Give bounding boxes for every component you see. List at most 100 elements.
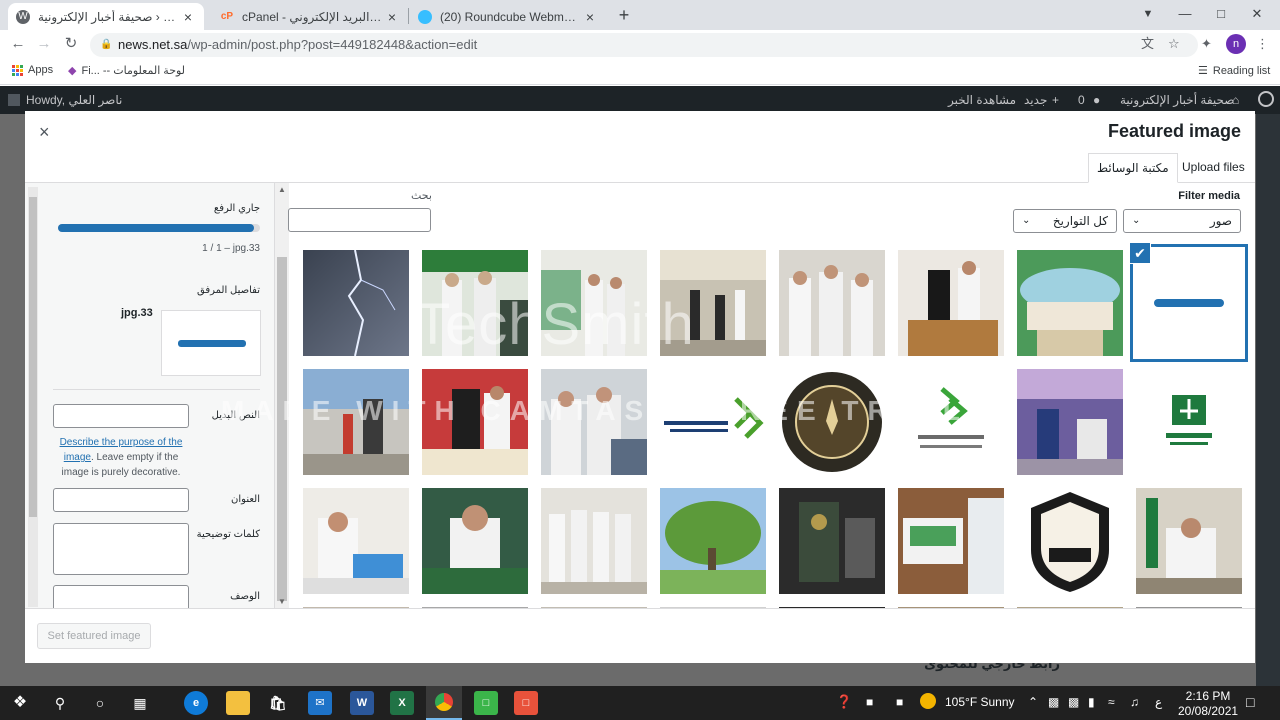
task-view-icon[interactable]: ▦ <box>128 691 152 715</box>
attachment-thumbnail[interactable] <box>898 488 1004 594</box>
minimize-icon[interactable]: — <box>1170 4 1200 24</box>
attachment-thumbnail[interactable] <box>541 369 647 475</box>
dashboard-bookmark[interactable]: ◆ Fi... -- لوحة المعلومات <box>68 64 185 77</box>
reading-list-label: Reading list <box>1212 64 1271 77</box>
windows-start-icon[interactable]: ❖ <box>8 691 32 715</box>
selected-check-icon[interactable]: ✔ <box>1129 242 1151 264</box>
caption-textarea[interactable] <box>53 523 189 575</box>
bookmarks-bar: Apps ◆ Fi... -- لوحة المعلومات ☰ Reading… <box>0 58 1280 85</box>
close-tab-icon[interactable]: × <box>582 9 598 25</box>
view-post-link[interactable]: مشاهدة الخبر <box>948 93 1016 107</box>
window-close-icon[interactable]: ✕ <box>1242 4 1272 24</box>
tab-edit-post[interactable]: W تحرير الخبر ‹ صحيفة أخبار الإلكترونية … <box>8 3 204 30</box>
weather-text[interactable]: 105°F Sunny <box>945 695 1015 709</box>
battery-icon[interactable]: ▮ <box>1088 695 1095 709</box>
attachment-thumbnail[interactable] <box>1017 369 1123 475</box>
edge-icon[interactable]: e <box>184 691 208 715</box>
mail-icon[interactable]: ✉ <box>308 691 332 715</box>
camtasia-icon[interactable]: □ <box>514 691 538 715</box>
apps-bookmark[interactable]: Apps <box>12 64 53 76</box>
apps-label: Apps <box>28 64 54 76</box>
wifi-icon[interactable]: ≈ <box>1108 695 1115 709</box>
attachment-thumbnail[interactable] <box>779 250 885 356</box>
excel-icon[interactable]: X <box>390 691 414 715</box>
title-input[interactable] <box>53 488 189 512</box>
tab-media-library[interactable]: مكتبة الوسائط <box>1088 153 1178 183</box>
translate-icon[interactable]: 文 <box>1141 36 1154 52</box>
attachment-thumbnail[interactable] <box>660 488 766 594</box>
attachment-thumbnail-selected[interactable] <box>1136 250 1242 356</box>
modal-close-icon[interactable]: × <box>39 123 50 141</box>
word-icon[interactable]: W <box>350 691 374 715</box>
attachment-thumbnail[interactable] <box>422 369 528 475</box>
tab-search-icon[interactable]: ▼ <box>1133 4 1163 24</box>
close-tab-icon[interactable]: × <box>384 9 400 25</box>
set-featured-image-button[interactable]: Set featured image <box>37 623 151 649</box>
tray-icon[interactable]: ▩ <box>1048 695 1059 709</box>
attachment-thumbnail[interactable] <box>779 488 885 594</box>
help-icon[interactable]: ❓ <box>836 694 852 710</box>
bookmark-star-icon[interactable]: ☆ <box>1168 36 1180 52</box>
attachment-thumbnail[interactable] <box>779 369 885 475</box>
clock-time[interactable]: 2:16 PM <box>1178 689 1238 703</box>
attachment-thumbnail[interactable] <box>422 250 528 356</box>
forward-icon[interactable]: → <box>34 35 54 53</box>
attachment-thumbnail[interactable] <box>660 369 766 475</box>
back-icon[interactable]: ← <box>8 35 28 53</box>
attachment-thumbnail[interactable] <box>660 250 766 356</box>
attachment-thumbnail[interactable] <box>303 369 409 475</box>
app-tray-icon[interactable]: ■ <box>866 695 873 709</box>
tab-cpanel[interactable]: cP cPanel - حسابات البريد الإلكتروني × <box>212 3 408 30</box>
attachment-thumbnail[interactable] <box>541 488 647 594</box>
attachment-thumbnail[interactable] <box>303 488 409 594</box>
reading-list-button[interactable]: ☰ Reading list <box>1198 64 1271 78</box>
store-icon[interactable]: 🛍 <box>266 691 290 715</box>
alt-text-input[interactable] <box>53 404 189 428</box>
site-name-link[interactable]: صحيفة أخبار الإلكترونية <box>1120 93 1234 107</box>
attachment-thumbnail[interactable] <box>541 250 647 356</box>
new-content-link[interactable]: جديد <box>1024 93 1047 107</box>
sidebar-scrollbar[interactable] <box>28 187 38 607</box>
media-type-value: صور <box>1209 214 1232 228</box>
tab-title: cPanel - حسابات البريد الإلكتروني <box>242 9 384 24</box>
cortana-icon[interactable]: ○ <box>88 691 112 715</box>
attachment-thumbnail[interactable] <box>898 250 1004 356</box>
file-explorer-icon[interactable] <box>226 691 250 715</box>
attachment-thumbnail[interactable] <box>422 488 528 594</box>
notifications-icon[interactable]: □ <box>1246 694 1254 710</box>
attachment-thumbnail[interactable] <box>1136 369 1242 475</box>
app-tray-icon[interactable]: ■ <box>896 695 903 709</box>
comments-count[interactable]: 0 <box>1078 93 1085 107</box>
date-filter[interactable]: ⌄ كل التواريخ <box>1013 209 1117 233</box>
howdy-user[interactable]: Howdy, ناصر العلي <box>26 93 122 107</box>
close-tab-icon[interactable]: × <box>180 9 196 25</box>
clock-date[interactable]: 20/08/2021 <box>1178 704 1238 718</box>
attachment-thumbnail[interactable] <box>1017 488 1123 594</box>
wordpress-logo-icon[interactable] <box>1258 91 1274 107</box>
search-icon[interactable]: ⚲ <box>48 691 72 715</box>
volume-icon[interactable]: ♫ <box>1130 695 1139 709</box>
new-tab-button[interactable]: + <box>614 5 634 25</box>
tab-roundcube[interactable]: (20) Roundcube Webmail :: الوارد × <box>410 3 606 30</box>
url-bar[interactable]: 🔒 news.net.sa/wp-admin/post.php?post=449… <box>90 33 1198 57</box>
chevron-up-icon[interactable]: ⌃ <box>1028 695 1038 709</box>
attachment-thumbnail[interactable] <box>1136 488 1242 594</box>
chrome-icon[interactable] <box>426 686 462 720</box>
media-type-filter[interactable]: ⌄ صور <box>1123 209 1241 233</box>
modal-toolbar: Set featured image <box>25 608 1255 663</box>
menu-kebab-icon[interactable]: ⋮ <box>1256 36 1269 52</box>
reload-icon[interactable]: ↻ <box>61 35 81 53</box>
attachment-thumbnail[interactable] <box>898 369 1004 475</box>
description-textarea[interactable] <box>53 585 189 608</box>
search-input[interactable] <box>288 208 431 232</box>
avatar[interactable] <box>8 94 20 106</box>
language-indicator[interactable]: ع <box>1155 695 1162 709</box>
tab-upload-files[interactable]: Upload files <box>1174 153 1253 183</box>
attachment-thumbnail[interactable] <box>303 250 409 356</box>
camtasia-recorder-icon[interactable]: □ <box>474 691 498 715</box>
extensions-icon[interactable]: ✦ <box>1201 36 1212 52</box>
profile-avatar[interactable]: n <box>1226 34 1246 54</box>
maximize-icon[interactable]: □ <box>1206 4 1236 24</box>
attachment-thumbnail[interactable] <box>1017 250 1123 356</box>
tray-icon[interactable]: ▩ <box>1068 695 1079 709</box>
